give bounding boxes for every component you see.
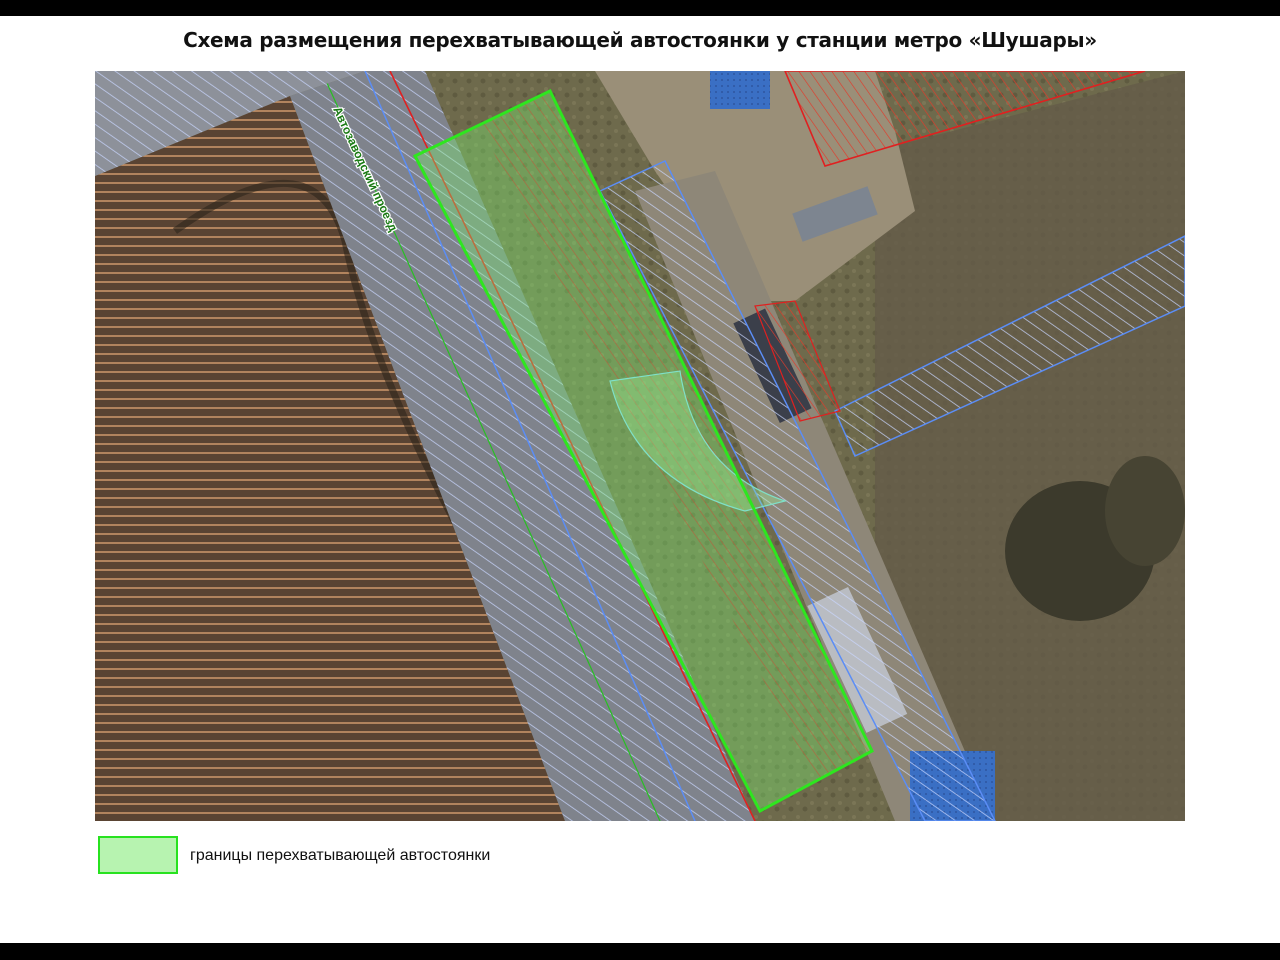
legend-label-parking: границы перехватывающей автостоянки xyxy=(190,847,491,864)
map-canvas: Автозаводский проезд xyxy=(95,71,1185,821)
top-black-bar xyxy=(0,0,1280,16)
page-title: Схема размещения перехватывающей автосто… xyxy=(183,28,1097,52)
bottom-black-bar xyxy=(0,943,1280,960)
building-blue-roof xyxy=(710,71,770,109)
pond xyxy=(1105,456,1185,566)
legend-swatch-parking xyxy=(98,836,178,874)
map-image[interactable]: Автозаводский проезд xyxy=(95,71,1185,821)
